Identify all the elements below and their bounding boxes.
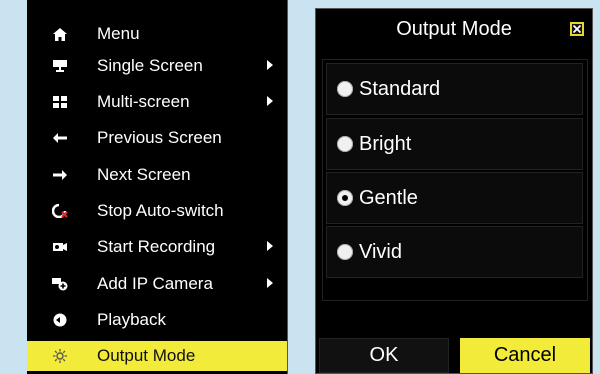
arrow-left-icon [49, 133, 71, 143]
menu-item-label: Output Mode [97, 346, 196, 365]
menu-item-label: Playback [97, 310, 166, 329]
home-icon [49, 27, 71, 41]
ok-button[interactable]: OK [319, 338, 449, 373]
monitor-stand-icon [49, 60, 71, 72]
radio-button[interactable] [337, 136, 353, 152]
option-standard[interactable]: Standard [326, 63, 583, 115]
chevron-right-icon [267, 60, 273, 70]
radio-button[interactable] [337, 244, 353, 260]
menu-item-stop-auto-switch[interactable]: Stop Auto-switch [27, 196, 287, 226]
chevron-right-icon [267, 96, 273, 106]
menu-item-label: Next Screen [97, 165, 191, 184]
menu-item-label: Previous Screen [97, 128, 222, 147]
menu-item-add-ip-camera[interactable]: Add IP Camera [27, 269, 287, 299]
camera-add-icon [49, 277, 71, 291]
chevron-right-icon [267, 278, 273, 288]
menu-item-single-screen[interactable]: Single Screen [27, 51, 287, 81]
menu-item-start-recording[interactable]: Start Recording [27, 232, 287, 262]
option-label: Standard [359, 77, 441, 100]
output-mode-options: Standard Bright Gentle Vivid [322, 59, 588, 301]
menu-item-menu[interactable]: Menu [27, 19, 287, 49]
dialog-title: Output Mode [396, 17, 512, 40]
playback-icon [49, 313, 71, 327]
menu-item-label: Add IP Camera [97, 274, 213, 293]
menu-item-label: Menu [97, 24, 140, 43]
menu-item-label: Multi-screen [97, 92, 190, 111]
chevron-right-icon [267, 241, 273, 251]
option-label: Gentle [359, 186, 418, 209]
option-gentle[interactable]: Gentle [326, 172, 583, 224]
record-icon [49, 241, 71, 253]
menu-item-label: Start Recording [97, 237, 216, 256]
menu-item-multi-screen[interactable]: Multi-screen [27, 87, 287, 117]
menu-item-output-mode[interactable]: Output Mode [27, 341, 287, 371]
option-bright[interactable]: Bright [326, 118, 583, 170]
radio-button[interactable] [337, 81, 353, 97]
menu-item-next-screen[interactable]: Next Screen [27, 160, 287, 190]
menu-item-label: Single Screen [97, 56, 203, 75]
grid-icon [49, 96, 71, 108]
close-icon[interactable] [570, 22, 584, 36]
cancel-button[interactable]: Cancel [460, 338, 590, 373]
option-label: Vivid [359, 240, 402, 263]
arrow-right-icon [49, 170, 71, 180]
context-menu: Menu Single Screen Multi-screen Previous… [27, 0, 288, 374]
stop-switch-icon [49, 204, 71, 218]
menu-item-playback[interactable]: Playback [27, 305, 287, 335]
output-mode-dialog: Output Mode Standard Bright Gentle Vivid… [315, 8, 593, 374]
menu-item-previous-screen[interactable]: Previous Screen [27, 123, 287, 153]
option-label: Bright [359, 132, 412, 155]
menu-item-label: Stop Auto-switch [97, 201, 224, 220]
option-vivid[interactable]: Vivid [326, 226, 583, 278]
sun-icon [49, 349, 71, 363]
radio-button-selected[interactable] [337, 190, 353, 206]
